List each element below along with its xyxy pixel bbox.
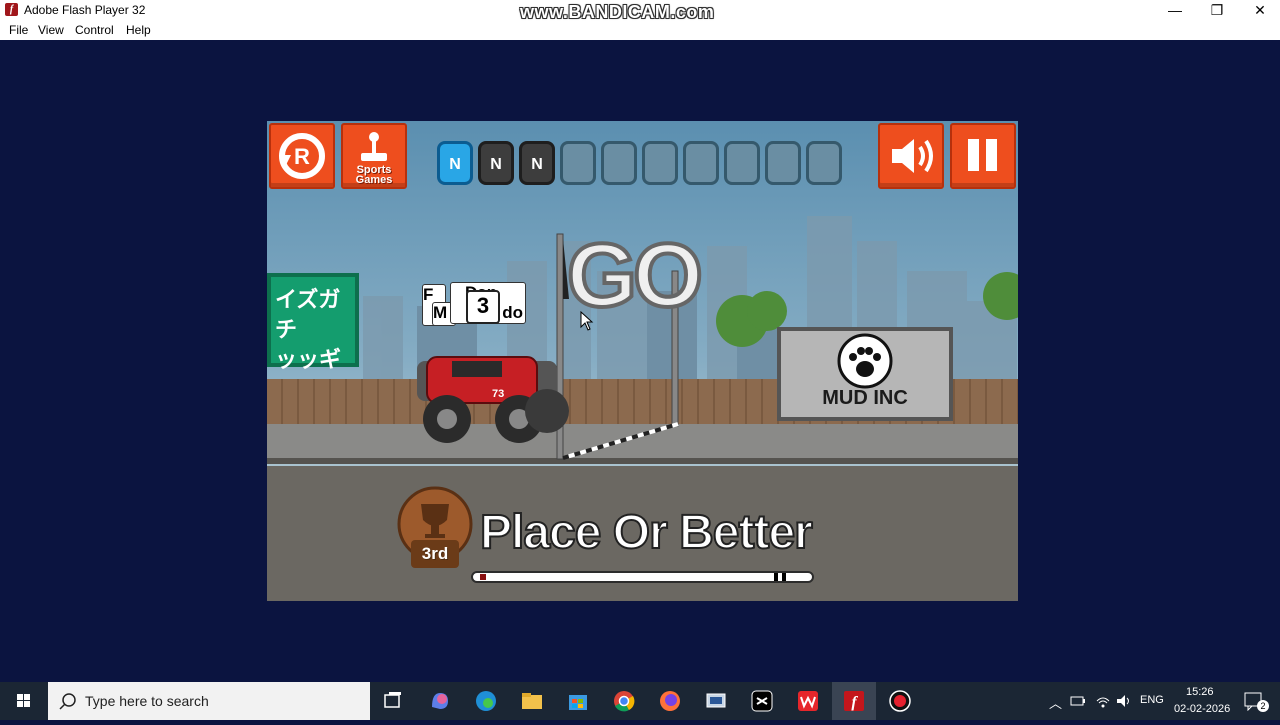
chevron-up-icon[interactable]: ︿ [1049,693,1062,712]
store-icon[interactable] [566,689,590,713]
close-button[interactable]: ✕ [1238,0,1280,22]
file-explorer-icon[interactable] [520,689,544,713]
objective-text: Place Or Better [479,505,814,560]
taskbar-search-box[interactable]: Type here to search [48,682,370,720]
network-app-icon[interactable] [704,689,728,713]
taskbar: Type here to search f ︿ ENG 15:26 02-02-… [0,682,1280,720]
race-progress-bar [471,571,814,583]
minimize-button[interactable]: — [1153,0,1197,22]
flash-taskbar-active[interactable]: f [832,682,876,720]
flash-app-icon: f [5,3,18,16]
target-place-label: 3rd [421,544,449,563]
title-bar: f Adobe Flash Player 32 www.BANDICAM.com… [0,0,1280,22]
clock-date[interactable]: 02-02-2026 [1174,703,1230,715]
windows-logo-icon [17,694,30,707]
language-indicator[interactable]: ENG [1140,694,1164,706]
mouse-cursor [580,311,594,331]
notification-count-badge: 2 [1257,700,1269,712]
game-canvas[interactable]: R Sports Games N N N イズガチ ッッギ MUD INC GO… [267,121,1018,601]
menu-view[interactable]: View [38,23,64,37]
bandicam-record-icon[interactable] [888,689,912,713]
finish-flag-marker [774,573,790,581]
firefox-icon[interactable] [658,689,682,713]
volume-icon[interactable] [1115,693,1133,709]
menu-help[interactable]: Help [126,23,151,37]
flash-icon: f [844,691,864,711]
wifi-icon[interactable] [1095,693,1111,709]
player-progress-marker [480,574,486,580]
wps-icon[interactable] [796,689,820,713]
battery-icon[interactable] [1070,694,1086,708]
trophy-badge: 3rd [395,484,475,572]
chrome-icon[interactable] [612,689,636,713]
restore-button[interactable]: ❐ [1195,0,1239,22]
search-icon [59,693,76,710]
search-placeholder: Type here to search [85,693,209,709]
window-title: Adobe Flash Player 32 [24,3,146,17]
car-number: 73 [492,388,504,400]
clock-time[interactable]: 15:26 [1186,686,1214,698]
edge-icon[interactable] [474,689,498,713]
menu-file[interactable]: File [9,23,28,37]
menu-bar: File View Control Help [0,22,1280,40]
task-view-icon[interactable] [381,689,405,713]
copilot-icon[interactable] [428,689,452,713]
bandicam-watermark: www.BANDICAM.com [520,2,715,22]
race-position-indicator: 3 [466,290,500,324]
monster-truck: 73 [417,356,569,443]
start-button[interactable] [0,682,48,720]
menu-control[interactable]: Control [75,23,114,37]
capcut-icon[interactable] [750,689,774,713]
